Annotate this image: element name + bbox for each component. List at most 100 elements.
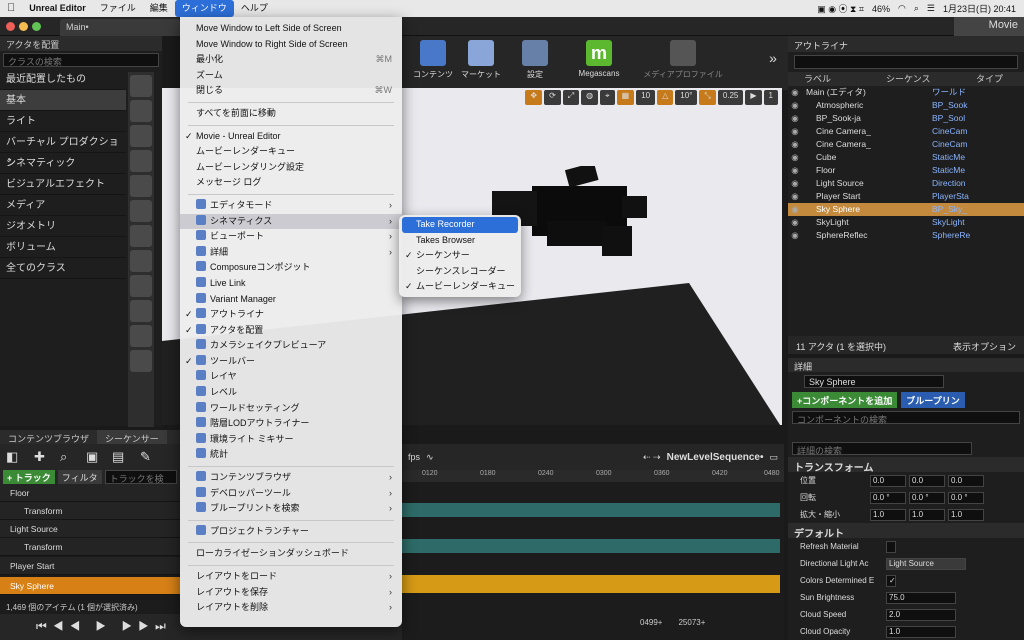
menu-window[interactable]: ウィンドウ <box>174 0 234 17</box>
minimize-window-button[interactable] <box>19 22 28 31</box>
menu-item[interactable]: 閉じる ⌘W <box>180 83 402 99</box>
actor-thumbnail[interactable] <box>130 275 152 297</box>
actor-thumbnail[interactable] <box>130 300 152 322</box>
menu-item[interactable]: 統計 <box>180 447 402 463</box>
menu-item[interactable]: Composureコンポジット <box>180 260 402 276</box>
menu-item[interactable]: ✓ アウトライナ <box>180 307 402 323</box>
time-ruler[interactable]: 0120 0180 0240 0300 0360 0420 0480 <box>402 470 784 482</box>
menu-item[interactable]: ✓ アクタを配置 <box>180 323 402 339</box>
sky-sphere-section[interactable] <box>402 575 780 593</box>
outliner-row[interactable]: ◉ Cube StaticMe <box>788 151 1024 164</box>
location-x[interactable]: 0.0 <box>870 474 906 487</box>
menu-item[interactable]: エディタモード › <box>180 198 402 214</box>
camera-icon[interactable]: ▣ <box>86 449 98 465</box>
wrench-icon[interactable]: ✎ <box>140 449 151 465</box>
zoom-window-button[interactable] <box>32 22 41 31</box>
eye-icon[interactable]: ◉ <box>788 99 802 112</box>
menu-item[interactable]: レベル <box>180 385 402 401</box>
category-item[interactable]: 最近配置したもの <box>0 69 126 90</box>
rotation-x[interactable]: 0.0 ° <box>870 491 906 504</box>
menu-item[interactable]: Move Window to Right Side of Screen <box>180 37 402 53</box>
track-sky-sphere[interactable]: Sky Sphere <box>0 577 180 595</box>
outliner-row[interactable]: ◉ Cine Camera_ CineCam <box>788 125 1024 138</box>
menu-item[interactable]: カメラシェイクプレビューア <box>180 338 402 354</box>
menu-item[interactable]: ワールドセッティング <box>180 401 402 417</box>
menu-item[interactable]: 階層LODアウトライナー <box>180 416 402 432</box>
cloud-speed-value[interactable]: 2.0 <box>886 608 956 621</box>
eye-icon[interactable]: ◉ <box>788 164 802 177</box>
eye-icon[interactable]: ◉ <box>788 151 802 164</box>
track-transform[interactable]: Transform <box>0 502 180 520</box>
outliner-row[interactable]: ◉ BP_Sook-ja BP_Sool <box>788 112 1024 125</box>
eye-icon[interactable]: ◉ <box>788 112 802 125</box>
outliner-row[interactable]: ◉ Cine Camera_ CineCam <box>788 138 1024 151</box>
app-menu[interactable]: Unreal Editor <box>22 0 93 17</box>
menu-help[interactable]: ヘルプ <box>234 0 275 17</box>
location-z[interactable]: 0.0 <box>948 474 984 487</box>
search-icon[interactable]: ⌕ <box>914 3 919 14</box>
actor-thumbnail[interactable] <box>130 200 152 222</box>
menu-item[interactable]: 詳細 › <box>180 245 402 261</box>
actor-thumbnail[interactable] <box>130 175 152 197</box>
close-window-button[interactable] <box>6 22 15 31</box>
actor-thumbnail[interactable] <box>130 75 152 97</box>
curve-editor-icon[interactable]: ∿ <box>426 452 434 463</box>
media-profile-button[interactable]: メディアプロファイル <box>642 38 724 88</box>
menu-item[interactable]: ムービーレンダーキュー <box>180 144 402 160</box>
add-icon[interactable]: ✚ <box>34 449 45 465</box>
sequence-name[interactable]: NewLevelSequence• <box>667 452 764 463</box>
actor-thumbnail[interactable] <box>130 150 152 172</box>
menu-edit[interactable]: 編集 <box>143 0 175 17</box>
eye-icon[interactable]: ◉ <box>788 125 802 138</box>
menu-file[interactable]: ファイル <box>93 0 143 17</box>
category-item[interactable]: 基本 <box>0 90 126 111</box>
view-options-button[interactable]: 表示オプション <box>953 340 1016 352</box>
rotation-y[interactable]: 0.0 ° <box>909 491 945 504</box>
actor-thumbnail[interactable] <box>130 350 152 372</box>
menu-item[interactable]: レイアウトを保存 › <box>180 585 402 601</box>
outliner-row[interactable]: ◉ Atmospheric BP_Sook <box>788 99 1024 112</box>
rotate-tool-icon[interactable]: ⟳ <box>544 90 561 105</box>
scale-snap-icon[interactable]: ⤡ <box>699 90 716 105</box>
filter-button[interactable]: フィルタ <box>57 470 102 484</box>
column-sequence[interactable]: シーケンス <box>886 72 976 86</box>
menu-item[interactable]: ローカライゼーションダッシュボード <box>180 546 402 562</box>
category-item[interactable]: ビジュアルエフェクト <box>0 174 126 195</box>
actor-thumbnail[interactable] <box>130 100 152 122</box>
lock-icon[interactable]: ▭ <box>769 452 778 463</box>
menu-item[interactable]: シネマティクス › <box>180 213 402 230</box>
wifi-icon[interactable]: ◠ <box>898 3 906 14</box>
settings-button[interactable]: 設定 <box>506 38 564 88</box>
scale-z[interactable]: 1.0 <box>948 508 984 521</box>
outliner-row[interactable]: ◉ Sky Sphere BP_Sky_ <box>788 203 1024 216</box>
surface-snap-icon[interactable]: ⌖ <box>600 90 615 105</box>
toolbar-overflow-icon[interactable]: » <box>762 38 784 88</box>
column-type[interactable]: タイプ <box>976 72 1003 86</box>
component-search-input[interactable]: コンポーネントの検索 <box>792 411 1020 425</box>
world-space-icon[interactable]: ◍ <box>581 90 599 105</box>
track-player-start[interactable]: Player Start <box>0 557 180 575</box>
menu-item[interactable]: すべてを前面に移動 <box>180 106 402 122</box>
cloud-opacity-value[interactable]: 1.0 <box>886 625 956 638</box>
menu-item[interactable]: デベロッパーツール › <box>180 486 402 502</box>
category-item[interactable]: シネマティック <box>0 153 126 174</box>
tab-sequencer[interactable]: シーケンサー <box>97 430 167 444</box>
clapper-icon[interactable]: ▤ <box>112 449 124 465</box>
menu-item[interactable]: ビューポート › <box>180 229 402 245</box>
actor-name-input[interactable]: Sky Sphere <box>804 375 944 388</box>
submenu-item[interactable]: シーケンスレコーダー <box>402 264 518 280</box>
camera-speed-icon[interactable]: ▶ <box>745 90 762 105</box>
menu-item[interactable]: ✓ ツールバー <box>180 354 402 370</box>
submenu-item[interactable]: Takes Browser <box>402 233 518 249</box>
grid-size-value[interactable]: 10 <box>636 90 656 105</box>
outliner-row[interactable]: ◉ Player Start PlayerSta <box>788 190 1024 203</box>
light-source-dropdown[interactable]: Light Source <box>886 557 966 570</box>
track-search-input[interactable]: トラックを検索 <box>104 470 177 497</box>
level-tab[interactable]: Main• <box>60 19 180 36</box>
light-source-section[interactable] <box>402 539 780 553</box>
menu-item[interactable]: レイアウトをロード › <box>180 569 402 585</box>
actor-thumbnail[interactable] <box>130 250 152 272</box>
playback-buttons-icon[interactable]: ⏮◀◀ ▶ ▶▶⏭ <box>36 619 172 634</box>
add-component-button[interactable]: +コンポーネントを追加 <box>792 392 898 408</box>
grid-snap-icon[interactable]: ▦ <box>616 90 635 105</box>
